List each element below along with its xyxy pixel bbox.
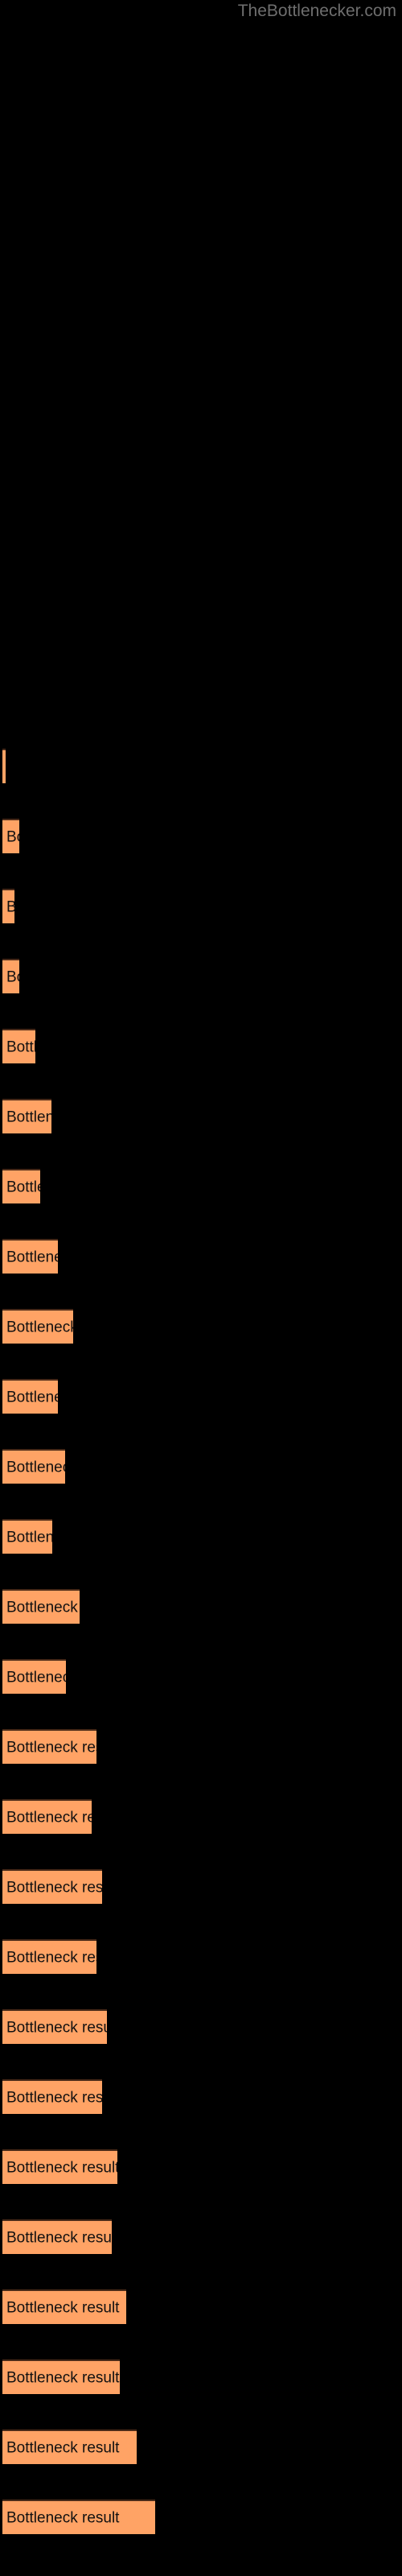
bar-label: Bottleneck result [6, 1389, 58, 1406]
bar-label: Bottleneck result [6, 1108, 51, 1125]
bar[interactable]: Bottleneck result [2, 889, 14, 923]
bar-label: Bottleneck result [6, 1319, 73, 1335]
bar-label: Bottleneck result [6, 1038, 35, 1055]
bar-label: Bottleneck result [6, 1249, 58, 1265]
bar[interactable]: Bottleneck result [2, 2359, 120, 2394]
bar-label: Bottleneck result [6, 1739, 96, 1756]
bar[interactable]: Bottleneck result [2, 1099, 51, 1133]
bar[interactable]: Bottleneck result [2, 1869, 102, 1904]
bar[interactable]: Bottleneck result [2, 1309, 73, 1344]
bar-label: Bottleneck result [6, 2159, 117, 2176]
bar-label: Bottleneck result [6, 2089, 102, 2106]
bar-label: Bottleneck result [6, 1529, 52, 1546]
bar[interactable]: Bottleneck result [2, 1589, 80, 1624]
bar[interactable]: Bottleneck result [2, 819, 19, 853]
bar-label: Bottleneck result [6, 2439, 120, 2456]
bar[interactable]: Bottleneck result [2, 2500, 155, 2534]
bar[interactable]: Bottleneck result [2, 1799, 92, 1834]
bar[interactable]: Bottleneck result [2, 749, 6, 783]
bar[interactable]: Bottleneck result [2, 1659, 66, 1694]
bar[interactable]: Bottleneck result [2, 2079, 102, 2114]
bar[interactable]: Bottleneck result [2, 2219, 112, 2254]
bar[interactable]: Bottleneck result [2, 2149, 117, 2184]
bar-label: Bottleneck result [6, 2509, 120, 2526]
bar-chart-plot-area: Bottleneck result Bottleneck result Bottle… [0, 0, 402, 2576]
bar-label: Bottleneck result [6, 828, 19, 845]
bar-label: Bottleneck result [6, 1599, 80, 1616]
bar-label: Bottleneck result [6, 1459, 65, 1476]
bar-label: Bottleneck result [6, 1669, 66, 1686]
bar[interactable]: Bottleneck result [2, 959, 19, 993]
bar[interactable]: Bottleneck result [2, 2289, 126, 2324]
bar[interactable]: Bottleneck result [2, 1169, 40, 1203]
bar[interactable]: Bottleneck result [2, 1029, 35, 1063]
bar[interactable]: Bottleneck result [2, 1239, 58, 1274]
bar-label: Bottleneck result [6, 1179, 40, 1195]
bar-label: Bottleneck result [6, 968, 19, 985]
bar-label: Bottleneck result [6, 1809, 92, 1826]
bar-label: Bottleneck result [6, 1879, 102, 1896]
bar[interactable]: Bottleneck result [2, 1449, 65, 1484]
bar[interactable]: Bottleneck result [2, 1939, 96, 1974]
bar[interactable]: Bottleneck result [2, 1519, 52, 1554]
bar-label: Bottleneck result [6, 899, 14, 914]
bar[interactable]: Bottleneck result [2, 2429, 137, 2464]
bar[interactable]: Bottleneck result [2, 1379, 58, 1414]
bar-label: Bottleneck result [6, 2229, 112, 2246]
bar[interactable]: Bottleneck result [2, 2009, 107, 2044]
bar[interactable]: Bottleneck result [2, 1729, 96, 1764]
bar-label: Bottleneck result [6, 1949, 96, 1966]
bar-label: Bottleneck result [6, 2299, 120, 2316]
bar-label: Bottleneck result [6, 2369, 120, 2386]
bar-label: Bottleneck result [6, 2019, 107, 2036]
